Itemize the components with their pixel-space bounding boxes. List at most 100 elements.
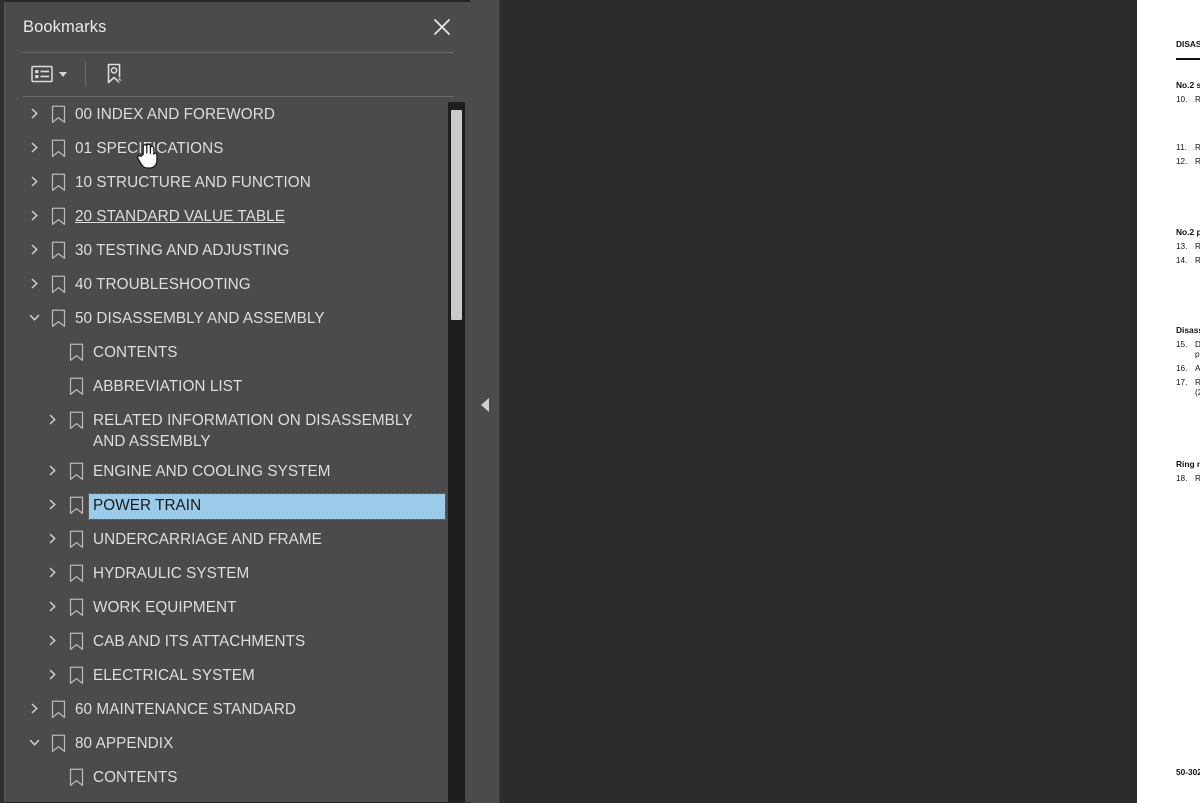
bookmark-item-work-equipment[interactable]: WORK EQUIPMENT [5,591,445,625]
chevron-right-icon[interactable] [23,137,45,154]
doc-step-text: Remove No.2 sun gear (14). [1195,156,1200,166]
chevron-right-icon[interactable] [41,460,63,477]
bookmark-item-50-disassembly-and-assembly[interactable]: 50 DISASSEMBLY AND ASSEMBLY [5,302,445,336]
chevron-right-icon[interactable] [23,239,45,256]
bookmark-icon [63,562,89,583]
chevron-right-icon[interactable] [41,664,63,681]
bookmark-item-40-troubleshooting[interactable]: 40 TROUBLESHOOTING [5,268,445,302]
bookmark-icon [45,137,71,158]
page-header-left: DISASSEMBLE AND ASSEMBLE FINAL DRIVE ASS… [1176,39,1200,49]
chevron-right-icon[interactable] [23,103,45,120]
doc-step-number: 13. [1176,242,1188,252]
chevron-right-icon[interactable] [41,630,63,647]
bookmark-item-label: UNDERCARRIAGE AND FRAME [93,531,322,548]
doc-step: 18. Remove lock plate (24). [1176,474,1200,485]
doc-section: Disassembly of No.2 planetary carrier as… [1176,325,1200,399]
chevron-right-icon[interactable] [23,698,45,715]
chevron-right-icon[interactable] [41,528,63,545]
bookmark-item-electrical-system[interactable]: ELECTRICAL SYSTEM [5,659,445,693]
doc-step-text: Remove ring gear (12). [1195,95,1200,104]
bookmark-icon [45,239,71,260]
bookmark-icon [45,273,71,294]
bookmark-item-abbreviation-list[interactable]: ABBREVIATION LIST [5,370,445,404]
bookmark-item-hydraulic-system[interactable]: HYDRAULIC SYSTEM [5,557,445,591]
doc-step-text: After removing shaft (18), remove pin (1… [1195,363,1200,373]
bookmark-icon [45,205,71,226]
page-text-column: No.2 sun gear 10. Remove ring gear (12). Ri… [1176,80,1200,488]
bookmarks-item-list: 00 INDEX AND FOREWORD 01 SPECIFICATIONS 10… [5,98,446,795]
chevron-right-icon[interactable] [23,205,45,222]
bookmark-item-label: 00 INDEX AND FOREWORD [75,106,275,123]
page-footer-left: 50-302 [1176,767,1200,777]
bookmark-item-label: CONTENTS [93,344,178,361]
close-icon[interactable] [430,15,454,39]
bookmark-icon [63,766,89,787]
bookmark-icon [45,103,71,124]
doc-step-number: 15. [1176,339,1188,349]
document-page: DISASSEMBLE AND ASSEMBLE FINAL DRIVE ASS… [1137,0,1200,803]
bookmarks-panel-header: Bookmarks [5,2,470,52]
bookmark-item-60-maintenance-standard[interactable]: 60 MAINTENANCE STANDARD [5,693,445,727]
chevron-down-icon[interactable] [23,732,45,749]
bookmarks-scrollbar-thumb[interactable] [451,110,462,320]
doc-step: 15. Drive pin (17) into shaft (18), and r… [1176,340,1200,361]
doc-section: Ring nut 18. Remove lock plate (24). [1176,459,1200,485]
bookmark-item-label: 50 DISASSEMBLY AND ASSEMBLY [75,310,325,327]
bookmark-item-80-appendix[interactable]: 80 APPENDIX [5,727,445,761]
bookmark-icon [63,494,89,515]
bookmark-icon [45,698,71,719]
chevron-right-icon[interactable] [41,562,63,579]
chevron-right-icon[interactable] [23,171,45,188]
chevron-right-icon[interactable] [41,596,63,613]
collapse-left-arrow-icon[interactable] [481,398,489,412]
bookmark-item-label: 01 SPECIFICATIONS [75,140,224,157]
bookmark-item-label: 30 TESTING AND ADJUSTING [75,242,290,259]
chevron-down-icon[interactable] [59,71,67,77]
bookmark-item-label: RELATED INFORMATION ON DISASSEMBLY AND A… [93,412,413,450]
chevron-right-icon[interactable] [41,494,63,511]
doc-section: No.2 planetary carrier assembly 13. Remove… [1176,227,1200,266]
doc-step: 10. Remove ring gear (12). [1176,95,1200,106]
doc-step-text: Remove thrust washer (15). [1195,242,1200,252]
bookmark-item-engine-and-cooling-system[interactable]: ENGINE AND COOLING SYSTEM [5,455,445,489]
doc-step-text: Remove thrust washer (20), No.2 planetar… [1195,377,1200,398]
bookmark-icon [63,630,89,651]
bookmark-item-20-standard-value-table[interactable]: 20 STANDARD VALUE TABLE [5,200,445,234]
bookmark-icon [63,375,89,396]
doc-step: 17. Remove thrust washer (20), No.2 plane… [1176,378,1200,399]
bookmark-item-00-index-and-foreword[interactable]: 00 INDEX AND FOREWORD [5,98,445,132]
bookmark-item-10-structure-and-function[interactable]: 10 STRUCTURE AND FUNCTION [5,166,445,200]
bookmark-item-power-train[interactable]: POWER TRAIN [5,489,446,523]
bookmark-item-cab-and-its-attachments[interactable]: CAB AND ITS ATTACHMENTS [5,625,445,659]
bookmark-item-contents[interactable]: CONTENTS [5,336,445,370]
new-bookmark-icon[interactable] [100,59,128,89]
toolbar-divider [23,96,454,97]
bookmark-item-label: 40 TROUBLESHOOTING [75,276,251,293]
bookmark-item-contents[interactable]: CONTENTS [5,761,445,795]
bookmark-item-related-information-on-disassembly-and-assembly[interactable]: RELATED INFORMATION ON DISASSEMBLY AND A… [5,404,445,455]
bookmark-item-undercarriage-and-frame[interactable]: UNDERCARRIAGE AND FRAME [5,523,445,557]
pdf-reader-window: Bookmarks 00 INDEX AND FOREWORD 01 SPECI… [0,0,1200,803]
list-options-icon[interactable] [29,59,69,89]
doc-step-number: 16. [1176,363,1188,373]
chevron-down-icon[interactable] [23,307,45,324]
bookmark-item-label: ABBREVIATION LIST [93,378,243,395]
bookmarks-tree[interactable]: 00 INDEX AND FOREWORD 01 SPECIFICATIONS 10… [5,98,470,802]
bookmark-item-label: CONTENTS [93,769,178,786]
doc-step: 14. Remove No.2 planetary carrier assembl… [1176,256,1200,267]
doc-section-title: No.2 sun gear [1176,80,1200,90]
bookmark-icon [45,307,71,328]
doc-section: No.2 sun gear10.Remove ring gear (12).Ri… [1176,80,1200,167]
bookmark-item-30-testing-and-adjusting[interactable]: 30 TESTING AND ADJUSTING [5,234,445,268]
bookmark-icon [63,341,89,362]
chevron-right-icon[interactable] [23,273,45,290]
bookmark-item-01-specifications[interactable]: 01 SPECIFICATIONS [5,132,445,166]
bookmark-item-label: HYDRAULIC SYSTEM [93,565,250,582]
bookmark-item-label: 10 STRUCTURE AND FUNCTION [75,174,311,191]
doc-step-number: 18. [1176,473,1188,483]
bookmark-icon [63,528,89,549]
doc-section-title: Ring nut [1176,458,1200,469]
doc-section-title: No.2 planetary carrier assembly [1176,227,1200,238]
chevron-right-icon[interactable] [41,409,63,426]
